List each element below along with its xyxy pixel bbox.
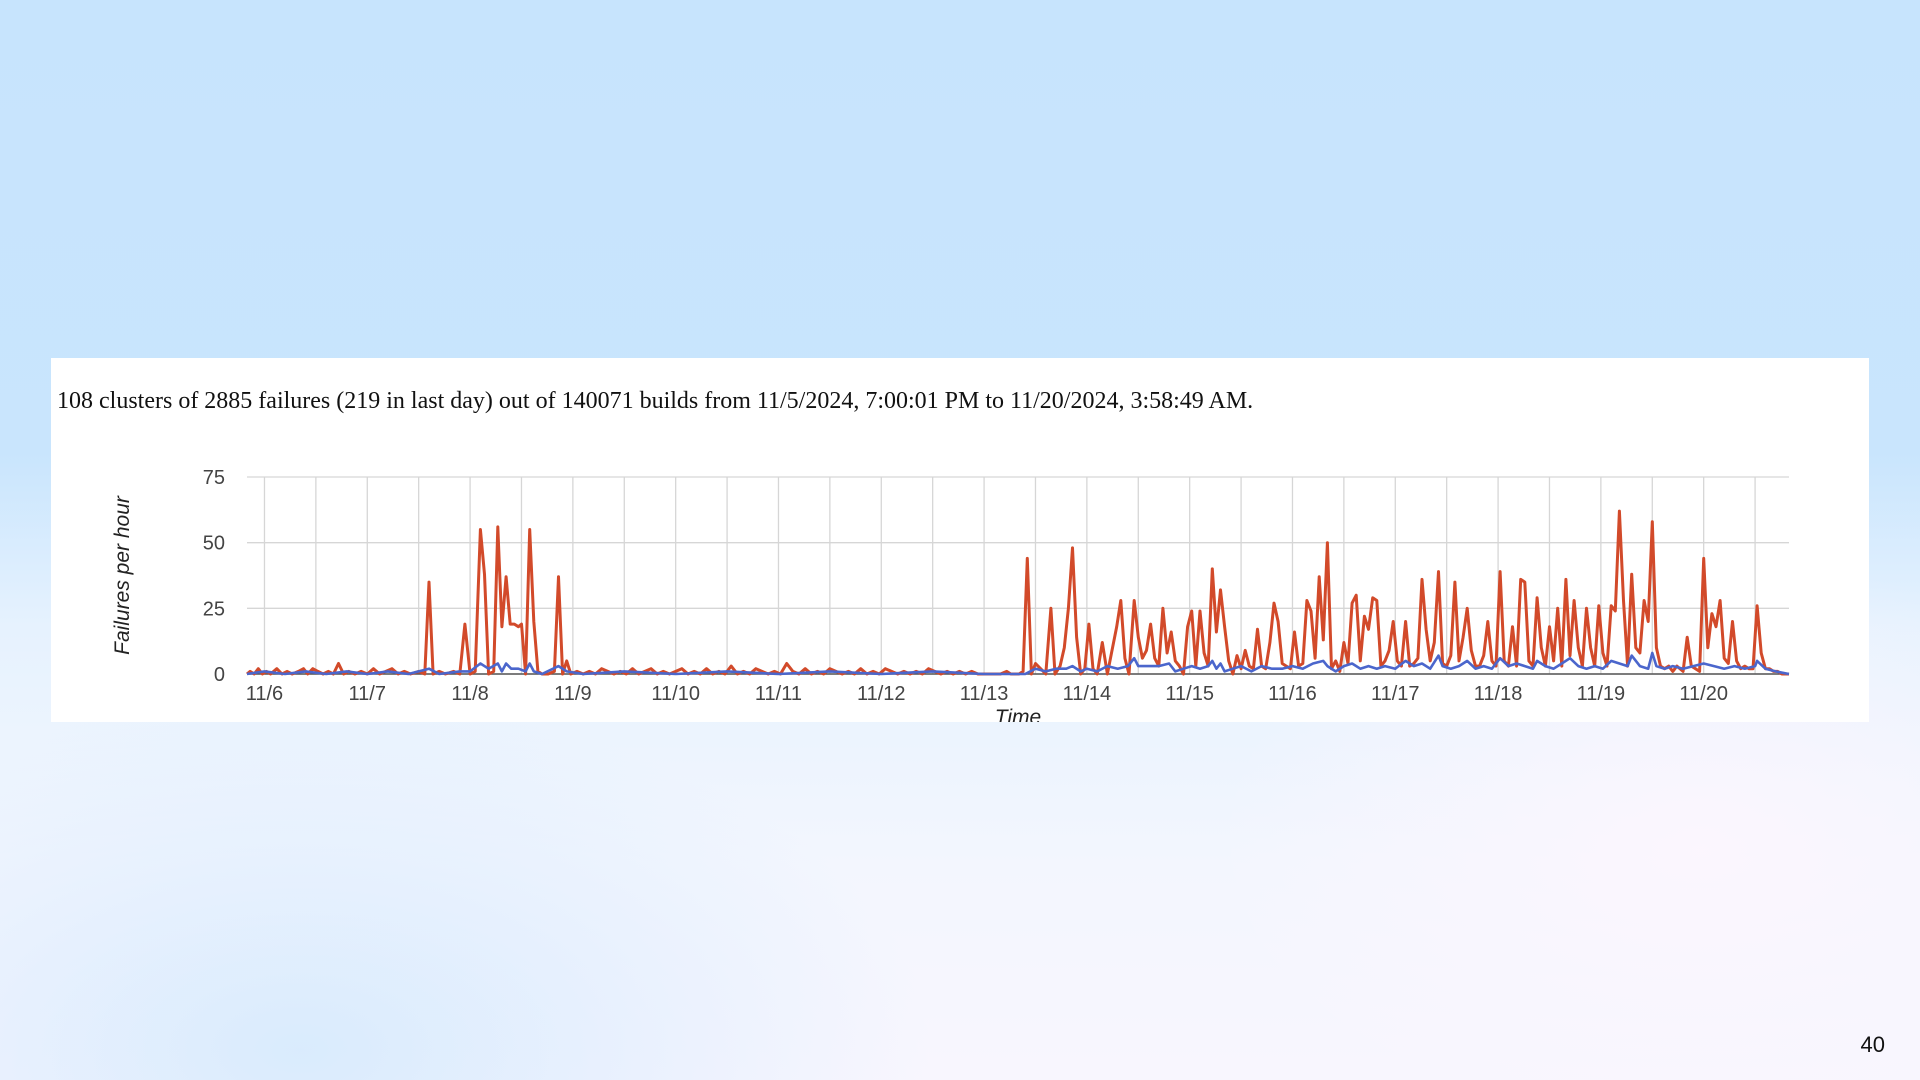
x-tick-label: 11/11 xyxy=(755,683,802,705)
y-axis-title: Failures per hour xyxy=(111,495,134,655)
x-tick-label: 11/13 xyxy=(960,683,1009,705)
x-tick-label: 11/8 xyxy=(451,683,488,705)
y-tick-label: 50 xyxy=(203,533,225,555)
y-tick-label: 0 xyxy=(214,664,225,686)
x-tick-label: 11/7 xyxy=(349,683,386,705)
x-tick-label: 11/19 xyxy=(1577,683,1626,705)
x-tick-label: 11/9 xyxy=(554,683,591,705)
x-tick-label: 11/18 xyxy=(1474,683,1523,705)
x-tick-label: 11/6 xyxy=(246,683,283,705)
series-line-total xyxy=(246,509,1789,676)
x-tick-label: 11/14 xyxy=(1063,683,1112,705)
series-line-distinct xyxy=(246,651,1790,676)
x-tick-label: 11/15 xyxy=(1165,683,1214,705)
y-tick-label: 75 xyxy=(203,467,225,489)
x-tick-label: 11/17 xyxy=(1371,683,1420,705)
x-tick-label: 11/20 xyxy=(1679,683,1728,705)
x-tick-label: 11/16 xyxy=(1268,683,1317,705)
x-tick-label: 11/10 xyxy=(651,683,700,705)
x-tick-label: 11/12 xyxy=(857,683,906,705)
y-tick-label: 25 xyxy=(203,598,225,620)
chart-panel: 108 clusters of 2885 failures (219 in la… xyxy=(51,358,1869,722)
page-number: 40 xyxy=(1860,1032,1885,1057)
failures-line-chart: 0 25 50 75 11/6 11/7 11/8 11/9 11/10 11/11 11/12 11… xyxy=(111,467,1790,722)
x-axis-title: Time xyxy=(995,706,1041,722)
